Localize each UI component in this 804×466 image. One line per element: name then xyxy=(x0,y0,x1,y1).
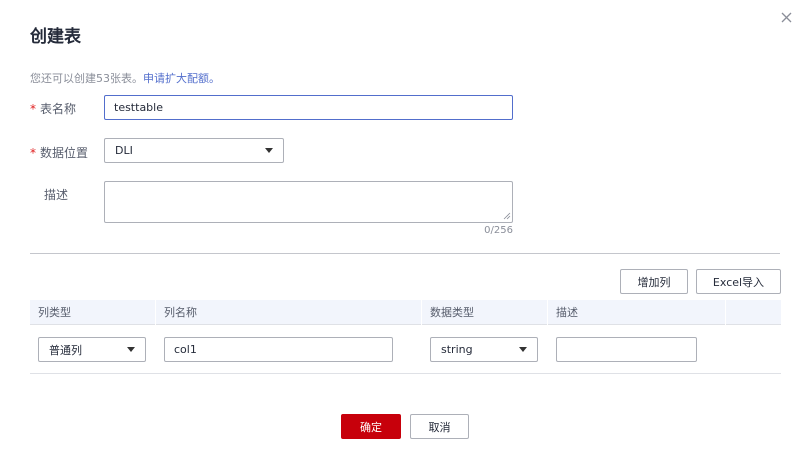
table-header: 列类型 列名称 数据类型 描述 xyxy=(30,300,781,325)
confirm-button[interactable]: 确定 xyxy=(341,414,401,439)
chevron-down-icon xyxy=(265,148,273,153)
column-type-select[interactable]: 普通列 xyxy=(38,337,146,362)
column-header-type: 列类型 xyxy=(30,300,156,325)
chevron-down-icon xyxy=(127,347,135,352)
column-header-name: 列名称 xyxy=(156,300,422,325)
add-column-button[interactable]: 增加列 xyxy=(620,269,688,294)
section-divider xyxy=(30,253,780,254)
data-location-label: * 数据位置 xyxy=(30,144,88,161)
cancel-button[interactable]: 取消 xyxy=(410,414,469,439)
column-header-actions xyxy=(726,300,781,325)
data-type-select[interactable]: string xyxy=(430,337,538,362)
row-divider xyxy=(30,373,781,374)
chevron-down-icon xyxy=(519,347,527,352)
column-name-input[interactable] xyxy=(164,337,393,362)
column-type-value: 普通列 xyxy=(49,343,82,357)
column-header-data-type: 数据类型 xyxy=(422,300,548,325)
column-description-input[interactable] xyxy=(556,337,697,362)
close-button[interactable] xyxy=(778,9,796,27)
data-location-select[interactable]: DLI xyxy=(104,138,284,163)
required-mark: * xyxy=(30,146,36,160)
data-location-label-text: 数据位置 xyxy=(40,146,89,160)
column-header-description: 描述 xyxy=(548,300,726,325)
description-textarea[interactable] xyxy=(104,181,513,223)
table-name-label-text: 表名称 xyxy=(40,102,77,116)
quota-text: 您还可以创建53张表。 xyxy=(30,72,143,85)
resize-grip-icon[interactable] xyxy=(503,212,511,220)
data-location-value: DLI xyxy=(115,144,133,157)
table-name-input[interactable] xyxy=(104,95,513,120)
quota-increase-link[interactable]: 申请扩大配额。 xyxy=(143,72,220,85)
quota-message: 您还可以创建53张表。申请扩大配额。 xyxy=(30,70,220,86)
excel-import-button[interactable]: Excel导入 xyxy=(696,269,781,294)
description-char-count: 0/256 xyxy=(484,225,513,236)
dialog-title: 创建表 xyxy=(30,27,81,47)
required-mark: * xyxy=(30,102,36,116)
create-table-dialog: 创建表 您还可以创建53张表。申请扩大配额。 * 表名称 * 数据位置 DLI 描述… xyxy=(0,0,804,466)
data-type-value: string xyxy=(441,343,473,356)
description-label: 描述 xyxy=(44,188,69,202)
table-name-label: * 表名称 xyxy=(30,100,76,117)
close-icon xyxy=(781,12,792,23)
